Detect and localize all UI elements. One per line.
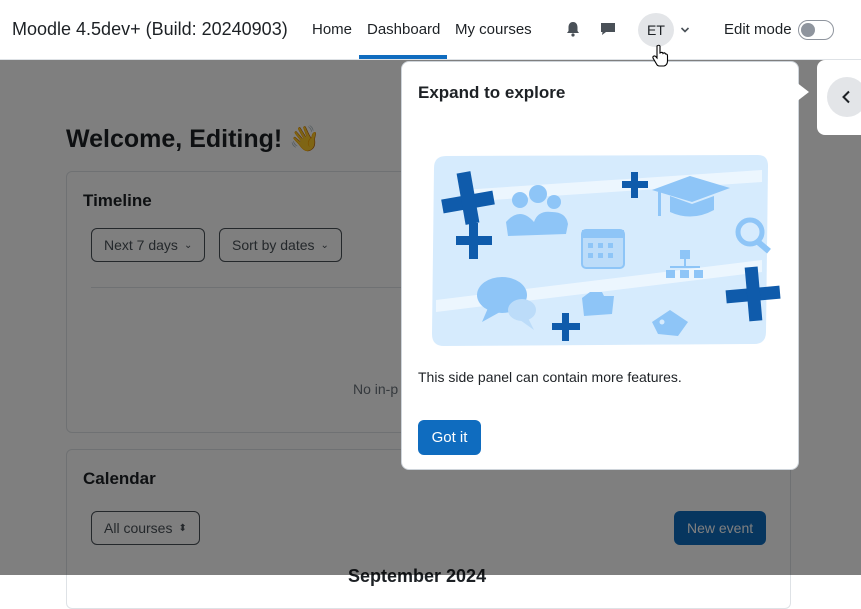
top-navbar: Moodle 4.5dev+ (Build: 20240903) Home Da…	[0, 0, 861, 60]
nav-link-my-courses[interactable]: My courses	[455, 21, 532, 38]
got-it-button[interactable]: Got it	[418, 420, 481, 455]
nav-link-dashboard[interactable]: Dashboard	[367, 21, 440, 38]
open-block-drawer-button[interactable]	[827, 77, 861, 117]
chevron-left-icon	[842, 90, 850, 104]
chevron-down-icon[interactable]	[679, 24, 691, 36]
chat-bubble-icon[interactable]	[598, 19, 618, 39]
bell-icon[interactable]	[563, 19, 583, 39]
user-avatar[interactable]: ET	[638, 13, 674, 47]
nav-link-home[interactable]: Home	[312, 21, 352, 38]
edit-mode-toggle[interactable]	[798, 20, 834, 40]
popover-arrow	[796, 82, 809, 102]
active-nav-indicator	[359, 55, 447, 59]
side-panel-illustration	[432, 155, 781, 346]
popover-title: Expand to explore	[418, 83, 566, 102]
toggle-knob	[801, 23, 815, 37]
hand-pointer-icon	[652, 44, 669, 67]
drawer-toggle-highlight	[817, 60, 861, 135]
edit-mode-label: Edit mode	[724, 21, 792, 38]
site-name[interactable]: Moodle 4.5dev+ (Build: 20240903)	[12, 19, 288, 40]
user-tour-popover: Expand to explore This side panel can co…	[401, 61, 799, 470]
popover-body-text: This side panel can contain more feature…	[418, 369, 682, 385]
